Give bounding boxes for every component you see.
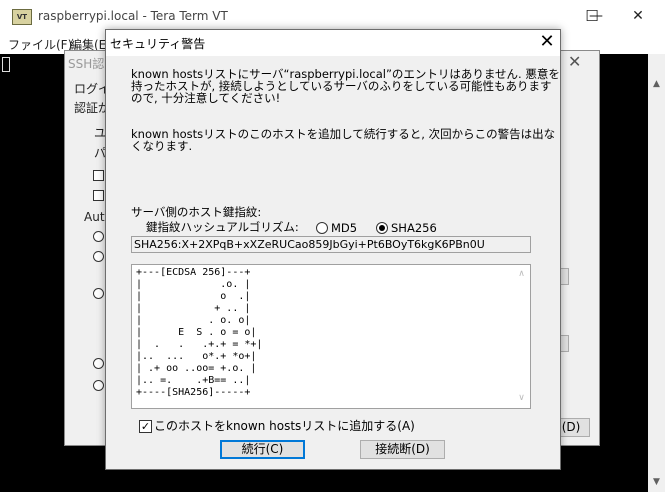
fingerprint-field[interactable]: SHA256:X+2XPqB+xXZeRUCao859JbGyi+Pt6BOyT… [131,236,531,253]
randomart-line: | + .. | [136,303,251,314]
hash-algorithm-label: 鍵指紋ハッシュアルゴリズム: [146,220,299,234]
ssh-radio-2[interactable] [93,251,104,262]
randomart-line: | o .| [136,291,251,302]
sha256-label[interactable]: SHA256 [391,222,437,234]
warning-message-line: ので, 十分注意してください! [131,91,281,105]
randomart-line: +----[SHA256]-----+ [136,387,251,398]
ssh-checkbox-1[interactable] [93,170,104,181]
randomart-line: |.. =. .+B== ..| [136,375,251,386]
randomart-line: | . o. o| [136,315,251,326]
add-to-known-hosts-checkbox[interactable]: ✓ [139,420,152,433]
randomart-line: | E S . o = o| [136,327,257,338]
md5-radio[interactable] [316,222,328,234]
randomart-line: | .+ oo ..oo= +.o. | [136,363,257,374]
scroll-up-arrow-icon[interactable]: ▲ [648,76,665,93]
randomart-line: |.. ... o*.+ *o+| [136,351,257,362]
randomart-scroll-up-icon[interactable]: ∧ [513,266,530,283]
info-message-line: known hostsリストのこのホストを追加して続行すると, 次回からこの警告… [131,127,556,141]
info-message-line: くなります. [131,139,193,153]
close-button[interactable]: ✕ [615,0,661,32]
security-dialog-title: セキュリティ警告 [110,37,206,51]
randomart-line: +---[ECDSA 256]---+ [136,267,251,278]
tera-term-app-icon[interactable]: VT [12,9,32,25]
add-to-known-hosts-label[interactable]: このホストをknown hostsリストに追加する(A) [154,420,415,432]
close-icon[interactable]: ✕ [536,31,558,53]
ssh-dialog-close-icon[interactable]: ✕ [568,52,581,71]
ssh-dialog-title: SSH認 [68,57,105,71]
md5-label[interactable]: MD5 [331,222,357,234]
sha256-radio[interactable] [376,222,388,234]
window-title: raspberrypi.local - Tera Term VT [38,9,228,23]
menu-file[interactable]: ファイル(F) [8,36,72,53]
randomart-line: | . . .+.+ = *+| [136,339,263,350]
ssh-checkbox-2[interactable] [93,190,104,201]
fingerprint-label: サーバ側のホスト鍵指紋: [131,205,262,219]
continue-button[interactable]: 続行(C) [220,440,305,459]
randomart-line: | .o. | [136,279,251,290]
terminal-cursor [2,57,10,72]
maximize-button[interactable]: ☐ [569,0,615,32]
ssh-radio-4[interactable] [93,358,104,369]
randomart-scroll-down-icon[interactable]: ∨ [513,390,530,407]
terminal-scrollbar[interactable] [648,54,665,492]
ssh-radio-5[interactable] [93,380,104,391]
scroll-down-arrow-icon[interactable]: ▼ [648,474,665,491]
randomart-scrollbar[interactable] [513,265,530,408]
disconnect-button[interactable]: 接続断(D) [360,440,445,459]
ssh-radio-1[interactable] [93,231,104,242]
ssh-radio-3[interactable] [93,288,104,299]
